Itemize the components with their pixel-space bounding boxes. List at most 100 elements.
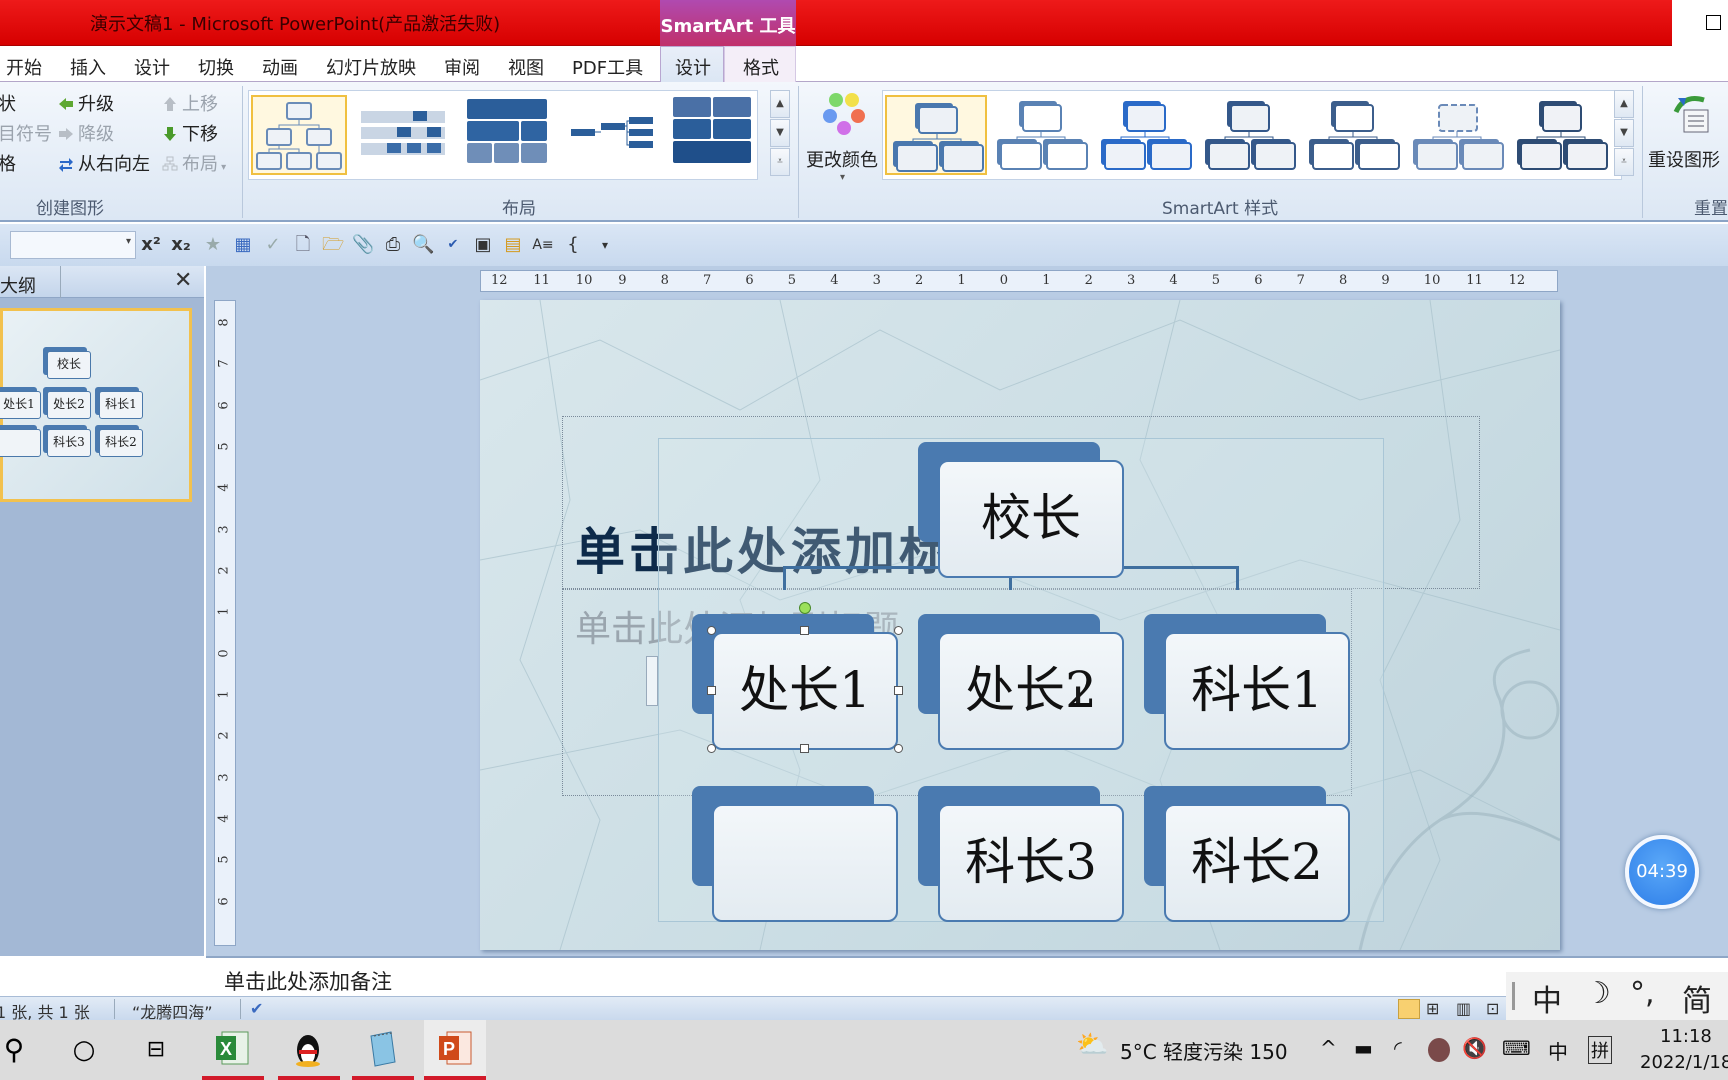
node-text[interactable]: 科长3 [938,804,1124,922]
taskbar-app-qq[interactable] [286,1028,330,1072]
resize-handle[interactable] [894,744,903,753]
org-node-root[interactable]: 校长 [918,442,1124,578]
styles-gallery-scroll-up[interactable]: ▲ [1614,90,1634,118]
node-text[interactable]: 处长1 [712,632,898,750]
layout-gallery-scroll-down[interactable]: ▼ [770,119,790,147]
move-down-button[interactable]: 下移 [162,120,218,146]
clock-time[interactable]: 11:18 [1660,1026,1712,1047]
edit-table-icon[interactable]: ▦ [232,234,254,256]
tab-review[interactable]: 审阅 [444,54,480,80]
resize-handle[interactable] [707,686,716,695]
ime-mode-toggle[interactable]: 中 [1532,976,1562,1020]
text-box-icon[interactable]: A≡ [532,234,554,256]
notes-placeholder[interactable]: 单击此处添加备注 [224,966,392,996]
ime-drag-handle[interactable] [1512,982,1515,1010]
tab-view[interactable]: 视图 [508,54,544,80]
org-node-level3[interactable]: 科长3 [918,786,1124,922]
search-icon[interactable]: ⚲ [0,1028,36,1072]
tab-transitions[interactable]: 切换 [198,54,234,80]
taskbar-app-notepad[interactable] [360,1028,404,1072]
print-icon[interactable]: ⎙ [382,234,404,256]
taskbar-app-excel[interactable]: X [210,1028,254,1072]
move-up-button[interactable]: 上移 [162,90,218,116]
slide-canvas[interactable]: 单击此处添加标题 单击此处添加副标题 校长 处长1 处长2 科长1 科长3 科长… [480,300,1560,950]
right-to-left-button[interactable]: 从右向左 [58,150,150,176]
folder-icon[interactable]: ▤ [502,234,524,256]
resize-handle[interactable] [707,744,716,753]
pinyin-indicator[interactable]: 拼 [1588,1036,1612,1064]
reset-graphic-button[interactable]: 重设图形 [1648,90,1728,190]
node-text[interactable]: 处长2 [938,632,1124,750]
style-moderate-effect[interactable] [1199,95,1299,175]
style-polished[interactable] [1407,95,1507,175]
resize-handle[interactable] [894,626,903,635]
tab-pdf-tools[interactable]: PDF工具 [572,54,643,80]
format-painter-icon[interactable]: ✓ [262,234,284,256]
normal-view-button[interactable] [1398,999,1420,1019]
maximize-button[interactable] [1706,15,1721,30]
volume-muted-icon[interactable]: 🔇 [1462,1036,1487,1060]
text-pane-button[interactable]: 格 [0,150,16,176]
org-node-level2[interactable]: 处长2 [918,614,1124,750]
node-text[interactable]: 科长1 [1164,632,1350,750]
layout-hierarchy-bands[interactable] [357,95,453,175]
layout-gallery-scroll-up[interactable]: ▲ [770,90,790,118]
reading-view-button[interactable]: ▥ [1456,999,1471,1018]
org-node-level3[interactable] [692,786,898,922]
style-intense-effect[interactable] [1303,95,1403,175]
spell-check-icon[interactable]: ✔ [250,999,263,1018]
node-text[interactable] [712,804,898,922]
touch-keyboard-icon[interactable]: ⌨ [1502,1036,1531,1060]
battery-icon[interactable]: ▬ [1354,1036,1373,1060]
tab-design[interactable]: 设计 [134,54,170,80]
font-size-combobox[interactable]: ▾ [10,231,136,259]
recording-timer[interactable]: 04:39 [1625,835,1699,909]
brace-icon[interactable]: { [562,234,584,256]
cortana-icon[interactable]: ○ [62,1028,106,1072]
resize-handle[interactable] [894,686,903,695]
tab-smartart-format[interactable]: 格式 [724,46,796,83]
bullets-button[interactable]: 状 [0,90,16,116]
resize-handle[interactable] [800,744,809,753]
style-simple-fill[interactable] [885,95,987,175]
node-text[interactable]: 校长 [938,460,1124,578]
chevron-down-icon[interactable]: ▾ [126,236,131,247]
user-avatar-icon[interactable] [1428,1038,1450,1062]
weather-text[interactable]: 5°C 轻度污染 150 [1120,1036,1288,1065]
slide-thumbnail-1[interactable]: 校长 处长1 处长2 科长1 科长3 科长2 [0,308,192,502]
resize-handle[interactable] [707,626,716,635]
punctuation-toggle[interactable]: °, [1630,976,1655,1011]
layout-dropdown-button[interactable]: 布局 ▾ [162,150,226,176]
tab-animations[interactable]: 动画 [262,54,298,80]
superscript-icon[interactable]: x² [140,234,162,256]
tab-outline[interactable]: 大纲 [0,272,36,298]
print-preview-icon[interactable]: 🔍 [412,234,434,256]
weather-sun-cloud-icon[interactable]: ⛅ [1076,1030,1108,1060]
subscript-icon[interactable]: x₂ [170,234,192,256]
spelling-icon[interactable]: ✔ [442,234,464,256]
demote-button[interactable]: 降级 [58,120,114,146]
customize-toolbar-icon[interactable]: ▾ [594,234,616,256]
close-icon[interactable]: ✕ [174,268,192,293]
org-node-level3[interactable]: 科长2 [1144,786,1350,922]
change-colors-button[interactable]: 更改颜色 ▾ [806,90,882,190]
styles-gallery-scroll-down[interactable]: ▼ [1614,119,1634,147]
style-inset[interactable] [1511,95,1611,175]
ime-indicator[interactable]: 中 [1548,1036,1568,1065]
simplified-toggle[interactable]: 简 [1682,976,1712,1020]
slide-sorter-button[interactable]: ⊞ [1426,999,1439,1018]
style-white-outline[interactable] [991,95,1091,175]
resize-handle[interactable] [800,626,809,635]
tab-home[interactable]: 开始 [6,54,42,80]
tab-insert[interactable]: 插入 [70,54,106,80]
styles-gallery-more[interactable]: ⩡ [1614,148,1634,176]
taskbar-app-powerpoint[interactable]: P [424,1020,486,1080]
new-document-icon[interactable]: 🗋 [292,234,314,256]
clock-date[interactable]: 2022/1/18 [1640,1052,1728,1073]
org-node-level2[interactable]: 科长1 [1144,614,1350,750]
style-subtle-effect[interactable] [1095,95,1195,175]
wifi-icon[interactable]: ◜ [1394,1036,1402,1060]
task-view-icon[interactable]: ⊟ [134,1028,178,1072]
slide-show-icon[interactable]: ▣ [472,234,494,256]
slideshow-view-button[interactable]: ⊡ [1486,999,1499,1018]
